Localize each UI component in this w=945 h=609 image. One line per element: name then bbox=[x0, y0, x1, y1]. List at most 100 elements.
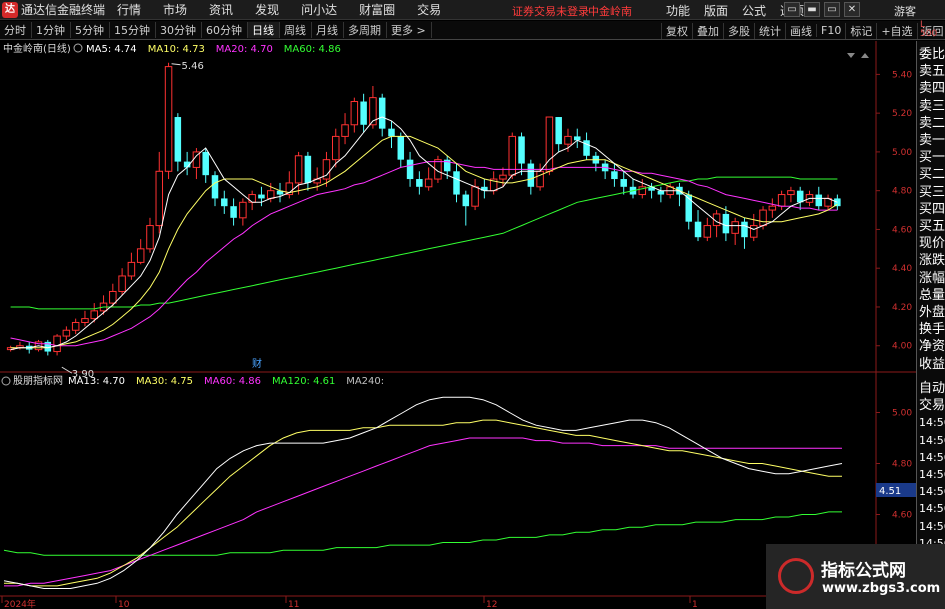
price-tick-label: 5.40 bbox=[892, 70, 912, 80]
minimize-icon[interactable]: ▬ bbox=[804, 2, 820, 17]
app-title: 通达信金融终端 bbox=[21, 3, 106, 17]
period-daily[interactable]: 日线 bbox=[248, 22, 280, 38]
quote-field: 卖一 bbox=[919, 133, 945, 148]
period-60min[interactable]: 60分钟 bbox=[202, 22, 248, 38]
adjust-button[interactable]: 复权 bbox=[661, 22, 692, 39]
candle-body bbox=[815, 194, 823, 207]
kline-chart[interactable]: 5.405.205.004.804.604.404.204.005.463.90… bbox=[0, 41, 916, 609]
overlay-button[interactable]: 叠加 bbox=[692, 22, 723, 39]
candle-body bbox=[378, 97, 386, 129]
indicator-legend-item: MA240: bbox=[346, 376, 384, 387]
restore-icon[interactable]: ▭ bbox=[784, 2, 800, 17]
quote-field: 自动 bbox=[919, 381, 945, 396]
indicator-tick-label: 5.00 bbox=[892, 409, 912, 419]
candle-body bbox=[118, 275, 126, 292]
candle-body bbox=[555, 117, 562, 145]
candle-body bbox=[202, 151, 209, 176]
guest-account[interactable]: 游客 bbox=[894, 3, 916, 19]
period-15min[interactable]: 15分钟 bbox=[110, 22, 156, 38]
candle-body bbox=[416, 179, 423, 187]
menu-market[interactable]: 市场 bbox=[163, 1, 187, 18]
price-tick-label: 4.80 bbox=[892, 187, 912, 197]
quote-field: 委比 bbox=[919, 47, 945, 62]
maximize-icon[interactable]: ▭ bbox=[824, 2, 840, 17]
period-more[interactable]: 更多 > bbox=[387, 22, 432, 38]
candle-body bbox=[71, 321, 80, 331]
multi-stock-button[interactable]: 多股 bbox=[723, 22, 754, 39]
period-multi[interactable]: 多周期 bbox=[344, 22, 387, 38]
add-watchlist-button[interactable]: +自选 bbox=[876, 22, 916, 39]
ma-legend-item: MA20: 4.70 bbox=[216, 44, 273, 55]
quote-field: 买一 bbox=[919, 150, 945, 166]
candle-body bbox=[768, 205, 777, 211]
indicator-legend-item: MA60: 4.86 bbox=[204, 376, 261, 387]
menu-function[interactable]: 功能 bbox=[666, 2, 690, 19]
candle-body bbox=[397, 136, 405, 160]
period-monthly[interactable]: 月线 bbox=[312, 22, 344, 38]
candle-body bbox=[388, 128, 395, 137]
menu-ask-xiaoda[interactable]: 问小达 bbox=[301, 1, 337, 18]
indicator-title: 股朋指标网 bbox=[13, 374, 63, 387]
indicator-legend-item: MA13: 4.70 bbox=[68, 376, 125, 387]
candle-body bbox=[462, 194, 470, 207]
candle-body bbox=[258, 194, 265, 199]
price-tick-label: 4.20 bbox=[892, 303, 912, 313]
candle-body bbox=[248, 194, 256, 203]
candle-body bbox=[350, 101, 359, 126]
time-tick-label: 1 bbox=[692, 600, 698, 609]
menu-discover[interactable]: 发现 bbox=[255, 1, 279, 18]
period-1min[interactable]: 1分钟 bbox=[32, 22, 71, 38]
close-icon[interactable]: ✕ bbox=[844, 2, 860, 17]
candle-body bbox=[109, 290, 117, 304]
main-price-panel[interactable]: 5.405.205.004.804.604.404.204.005.463.90… bbox=[0, 41, 916, 609]
quote-field: 买五 bbox=[919, 219, 945, 234]
period-30min[interactable]: 30分钟 bbox=[156, 22, 202, 38]
candle-body bbox=[211, 175, 219, 199]
level-value: 500 bbox=[920, 29, 938, 39]
f10-button[interactable]: F10 bbox=[816, 24, 845, 37]
current-value-label: 4.51 bbox=[879, 486, 901, 497]
price-tick-label: 4.40 bbox=[892, 264, 912, 274]
ma-legend-item: MA60: 4.86 bbox=[284, 44, 341, 55]
high-pointer bbox=[171, 63, 181, 66]
finance-event-marker: 财 bbox=[252, 357, 262, 370]
menu-news[interactable]: 资讯 bbox=[209, 1, 233, 18]
menu-wealth-circle[interactable]: 财富圈 bbox=[359, 1, 395, 18]
period-weekly[interactable]: 周线 bbox=[280, 22, 312, 38]
draw-line-button[interactable]: 画线 bbox=[785, 22, 816, 39]
indicator-tick-label: 4.60 bbox=[892, 511, 912, 521]
ma-legend-item: MA10: 4.73 bbox=[148, 44, 205, 55]
quote-field: 买四 bbox=[919, 201, 945, 217]
main-chart-title: 中金岭南(日线) bbox=[3, 42, 71, 55]
menu-formula[interactable]: 公式 bbox=[742, 2, 766, 19]
candle-body bbox=[424, 178, 433, 188]
candle-body bbox=[796, 190, 804, 203]
app-logo-icon: 达 bbox=[2, 1, 18, 18]
menu-trade[interactable]: 交易 bbox=[417, 1, 441, 18]
candle-body bbox=[266, 190, 275, 199]
quote-field: 卖二 bbox=[919, 115, 945, 131]
watermark: 指标公式网 www.zbgs3.com bbox=[766, 544, 945, 609]
level-indicator: L 500 bbox=[920, 21, 937, 39]
price-tick-label: 4.00 bbox=[892, 342, 912, 352]
stats-button[interactable]: 统计 bbox=[754, 22, 785, 39]
candle-body bbox=[221, 198, 228, 207]
quote-field: 外盘 bbox=[919, 305, 945, 320]
candle-body bbox=[620, 179, 627, 187]
menu-quotes[interactable]: 行情 bbox=[117, 1, 141, 18]
quote-info-panel: 委比 卖五 卖四 卖三 卖二 卖一 买一 买二 买三 买四 买五 现价 涨跌 涨幅 总量 外盘 换手 净资 收益 自动… bbox=[916, 41, 945, 609]
period-5min[interactable]: 5分钟 bbox=[71, 22, 110, 38]
watermark-url: www.zbgs3.com bbox=[822, 581, 941, 596]
candle-body bbox=[787, 190, 795, 196]
mark-button[interactable]: 标记 bbox=[845, 22, 876, 39]
indicator-settings-icon bbox=[1, 376, 11, 386]
candle-body bbox=[62, 329, 71, 337]
quote-field: 涨幅 bbox=[919, 270, 945, 286]
candle-body bbox=[164, 66, 173, 172]
candle-body bbox=[611, 171, 618, 180]
indicator-legend-item: MA120: 4.61 bbox=[272, 376, 335, 387]
broker-login-status[interactable]: 证券交易未登录 bbox=[512, 3, 589, 19]
menu-layout[interactable]: 版面 bbox=[704, 2, 728, 19]
period-tick[interactable]: 分时 bbox=[0, 22, 32, 38]
quote-field: 14:56 bbox=[919, 416, 945, 430]
